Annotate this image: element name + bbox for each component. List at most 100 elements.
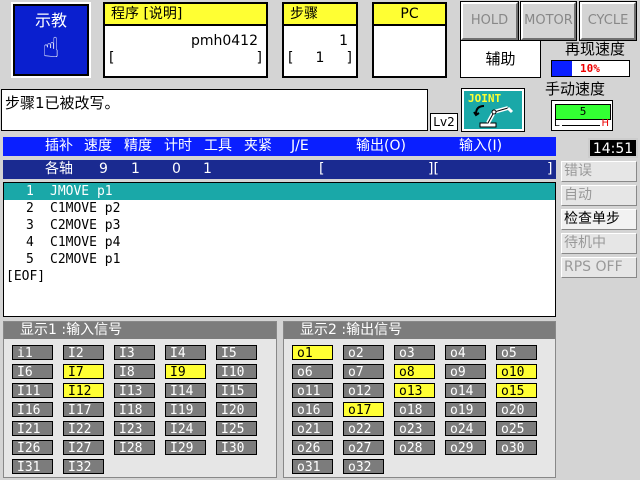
display1-signal[interactable]: I2 [63, 345, 104, 361]
display1-signal[interactable]: I26 [12, 440, 53, 456]
col-tool: 工具 [204, 138, 232, 154]
display1-signal[interactable]: I17 [63, 402, 104, 418]
display1-signal[interactable]: I15 [216, 383, 257, 399]
program-line[interactable]: 3 C2MOVE p3 [4, 217, 555, 234]
hold-button[interactable]: HOLD [461, 2, 518, 40]
display2-title: 显示2 :输出信号 [284, 322, 555, 339]
display2-signal[interactable]: o11 [292, 383, 333, 399]
display2-signal[interactable]: o29 [445, 440, 486, 456]
display2-signal[interactable]: o15 [496, 383, 537, 399]
side-menu-item[interactable]: RPS OFF [561, 257, 637, 278]
display2-signal[interactable]: o23 [394, 421, 435, 437]
display2-signal[interactable]: o14 [445, 383, 486, 399]
side-menu-item[interactable]: 自动 [561, 185, 637, 206]
aux-button[interactable]: 辅助 [460, 40, 541, 78]
display1-signal[interactable]: I12 [63, 383, 104, 399]
display1-signal[interactable]: I27 [63, 440, 104, 456]
step-number: 1 [339, 33, 348, 49]
display2-signal[interactable]: o12 [343, 383, 384, 399]
display1-signal[interactable]: I8 [114, 364, 155, 380]
axis-timer: 0 [172, 161, 181, 177]
display1-signal[interactable]: I6 [12, 364, 53, 380]
program-line[interactable]: 1 JMOVE p1 [4, 183, 555, 200]
program-listing[interactable]: 1 JMOVE p1 2 C1MOVE p2 3 C2MOVE p3 4 C1MOVE p4 5… [3, 182, 556, 317]
column-header-bar: 插补 速度 精度 计时 工具 夹紧 J/E 输出(O) 输入(I) [3, 137, 556, 156]
display1-signal[interactable]: I14 [165, 383, 206, 399]
display2-signal[interactable]: o21 [292, 421, 333, 437]
display2-signal[interactable]: o2 [343, 345, 384, 361]
replay-speed-bar[interactable]: 10% [551, 60, 630, 77]
col-output: 输出(O) [356, 138, 406, 154]
display1-signal[interactable]: I13 [114, 383, 155, 399]
display1-signal[interactable]: I32 [63, 459, 104, 475]
display1-signal[interactable]: I10 [216, 364, 257, 380]
manual-speed-slider[interactable]: 5 L H [551, 100, 613, 131]
display2-signal[interactable]: o10 [496, 364, 537, 380]
display1-signal[interactable]: I25 [216, 421, 257, 437]
display2-signal[interactable]: o32 [343, 459, 384, 475]
motor-button[interactable]: MOTOR [521, 2, 576, 40]
side-menu-item[interactable]: 错误 [561, 161, 637, 182]
display1-signal[interactable]: I20 [216, 402, 257, 418]
manual-speed-label: 手动速度 [545, 80, 606, 98]
side-menu-item[interactable]: 待机中 [561, 233, 637, 254]
side-menu-item[interactable]: 检查单步 [561, 209, 637, 230]
display2-signal[interactable]: o8 [394, 364, 435, 380]
display1-signal[interactable]: i1 [12, 345, 53, 361]
display2-signal[interactable]: o16 [292, 402, 333, 418]
step-box[interactable]: 步骤 1 [ 1 ] [282, 2, 358, 78]
step-bracket-left: [ [288, 50, 294, 66]
display1-signal[interactable]: I7 [63, 364, 104, 380]
display1-signal[interactable]: I4 [165, 345, 206, 361]
display2-signal[interactable]: o30 [496, 440, 537, 456]
display2-signal[interactable]: o31 [292, 459, 333, 475]
display2-signal[interactable]: o25 [496, 421, 537, 437]
display1-signal[interactable]: I31 [12, 459, 53, 475]
display2-signal[interactable]: o27 [343, 440, 384, 456]
display2-signal[interactable]: o7 [343, 364, 384, 380]
display1-signal[interactable]: I28 [114, 440, 155, 456]
display2-signal[interactable]: o3 [394, 345, 435, 361]
display1-signal[interactable]: I3 [114, 345, 155, 361]
display1-signal[interactable]: I5 [216, 345, 257, 361]
program-line[interactable]: 2 C1MOVE p2 [4, 200, 555, 217]
display1-signal[interactable]: I23 [114, 421, 155, 437]
display2-signal[interactable]: o4 [445, 345, 486, 361]
display2-signal[interactable]: o28 [394, 440, 435, 456]
display2-signal[interactable]: o17 [343, 402, 384, 418]
display1-signal[interactable]: I30 [216, 440, 257, 456]
joint-mode-button[interactable]: JOINT [462, 89, 524, 131]
pc-box[interactable]: PC [372, 2, 447, 78]
display1-signal[interactable]: I11 [12, 383, 53, 399]
display2-signal[interactable]: o24 [445, 421, 486, 437]
level-indicator[interactable]: Lv2 [430, 113, 458, 131]
program-line[interactable]: 5 C2MOVE p1 [4, 251, 555, 268]
display2-signal[interactable]: o19 [445, 402, 486, 418]
display2-signal[interactable]: o6 [292, 364, 333, 380]
display2-signal[interactable]: o1 [292, 345, 333, 361]
program-line-number: 3 [26, 218, 34, 233]
display1-signal[interactable]: I18 [114, 402, 155, 418]
display2-signal[interactable]: o13 [394, 383, 435, 399]
teach-mode-button[interactable]: 示教 ☝ [11, 2, 91, 78]
display2-signal[interactable]: o22 [343, 421, 384, 437]
display2-signal[interactable]: o20 [496, 402, 537, 418]
display2-signal[interactable]: o5 [496, 345, 537, 361]
program-header: 程序 [说明] [105, 4, 266, 26]
display2-signal[interactable]: o26 [292, 440, 333, 456]
col-timer: 计时 [164, 138, 192, 154]
cycle-button[interactable]: CYCLE [580, 2, 636, 40]
display1-signal[interactable]: I9 [165, 364, 206, 380]
display1-signal[interactable]: I24 [165, 421, 206, 437]
display1-signal[interactable]: I29 [165, 440, 206, 456]
display2-signal[interactable]: o18 [394, 402, 435, 418]
display1-signal[interactable]: I19 [165, 402, 206, 418]
display2-signal[interactable]: o9 [445, 364, 486, 380]
program-line[interactable]: 4 C1MOVE p4 [4, 234, 555, 251]
display1-signal[interactable]: I16 [12, 402, 53, 418]
display1-signal[interactable]: I22 [63, 421, 104, 437]
display1-signal[interactable]: I21 [12, 421, 53, 437]
replay-speed-fill [552, 61, 572, 76]
program-line-number: 2 [26, 201, 34, 216]
program-box[interactable]: 程序 [说明] pmh0412 [ ] [103, 2, 268, 78]
